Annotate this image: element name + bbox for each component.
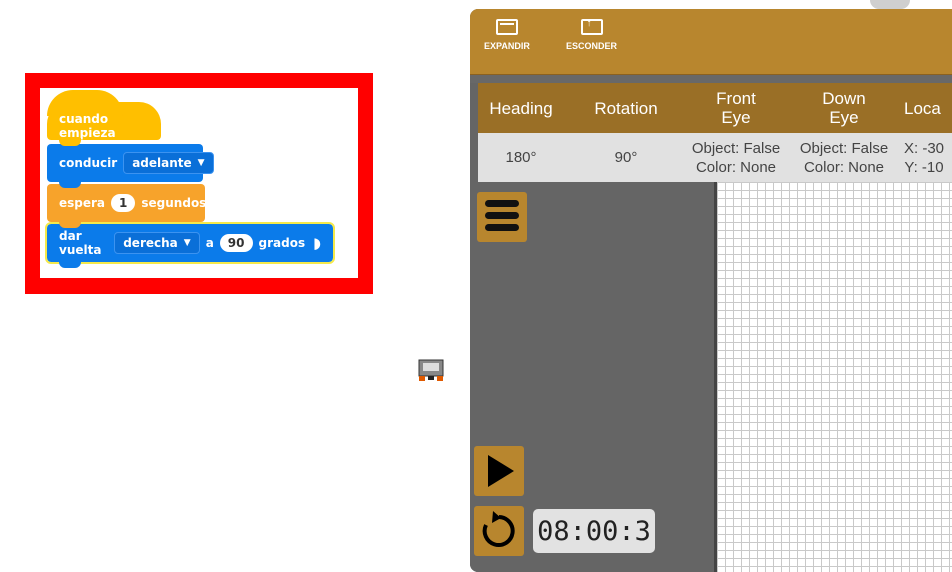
- when-started-label: cuando empieza: [59, 112, 116, 140]
- code-highlight-frame: cuando empieza conducir adelante ▼ esper…: [25, 73, 373, 294]
- dropdown-caret-icon: ▼: [197, 158, 205, 168]
- expand-button[interactable]: EXPANDIR: [484, 19, 530, 51]
- turn-unit-label: grados: [258, 236, 306, 250]
- hide-label: ESCONDER: [566, 41, 618, 51]
- drive-direction-dropdown[interactable]: adelante ▼: [123, 152, 214, 174]
- simulator-toolbar: EXPANDIR ESCONDER: [470, 9, 952, 75]
- down-eye-value: Object: False Color: None: [799, 139, 889, 176]
- menu-button[interactable]: [477, 192, 527, 242]
- block-notch: [59, 138, 81, 146]
- sensor-table-header: Heading Rotation Front Eye Down Eye Loca: [478, 83, 952, 133]
- wait-unit-label: segundos: [141, 196, 207, 210]
- dropdown-caret-icon: ▼: [183, 238, 191, 248]
- robot-icon: [418, 359, 444, 381]
- front-eye-header: Front Eye: [716, 89, 756, 127]
- toolbar-divider: [470, 75, 952, 83]
- hide-button[interactable]: ESCONDER: [566, 18, 618, 51]
- wait-label: espera: [59, 196, 106, 210]
- turn-direction-dropdown[interactable]: derecha ▼: [114, 232, 200, 254]
- simulation-grid[interactable]: [714, 182, 952, 572]
- heading-header: Heading: [489, 98, 553, 118]
- turn-degrees-input[interactable]: 90: [219, 234, 253, 252]
- wait-seconds-input[interactable]: 1: [111, 194, 136, 212]
- corner-logo-icon: [870, 0, 910, 9]
- reset-button[interactable]: [474, 506, 524, 556]
- block-notch: [59, 180, 81, 188]
- wait-block[interactable]: espera 1 segundos: [47, 184, 207, 228]
- turn-joiner-label: a: [205, 236, 214, 250]
- drive-label: conducir: [59, 156, 118, 170]
- reset-icon: [482, 511, 515, 547]
- sensor-table-row: 180° 90° Object: False Color: None Objec…: [478, 133, 952, 182]
- down-eye-header: Down Eye: [822, 89, 866, 127]
- when-started-block[interactable]: cuando empieza: [47, 90, 161, 146]
- heading-value: 180°: [505, 149, 537, 166]
- location-value: X: -30 Y: -10: [904, 139, 945, 176]
- turn-label: dar vuelta: [59, 229, 102, 257]
- rotation-header: Rotation: [594, 98, 658, 118]
- menu-icon: [485, 200, 519, 231]
- code-workspace: cuando empieza conducir adelante ▼ esper…: [40, 88, 358, 278]
- simulator-panel: EXPANDIR ESCONDER Heading Rotation Front…: [470, 9, 952, 572]
- timer-display: 08:00:3: [533, 509, 655, 553]
- turn-direction-value: derecha: [123, 236, 178, 250]
- expand-icon: [495, 19, 518, 35]
- front-eye-value: Object: False Color: None: [691, 139, 781, 176]
- turn-block[interactable]: dar vuelta derecha ▼ a 90 grados ◗: [45, 222, 335, 268]
- hide-icon: [580, 18, 603, 35]
- turn-arrow-icon: ◗: [313, 234, 321, 252]
- rotation-value: 90°: [614, 149, 638, 166]
- drive-direction-value: adelante: [132, 156, 192, 170]
- drive-block[interactable]: conducir adelante ▼: [47, 144, 214, 188]
- location-header: Loca: [904, 98, 941, 118]
- block-notch: [59, 260, 81, 268]
- play-button[interactable]: [474, 446, 524, 496]
- expand-label: EXPANDIR: [484, 41, 530, 51]
- block-notch: [59, 220, 81, 228]
